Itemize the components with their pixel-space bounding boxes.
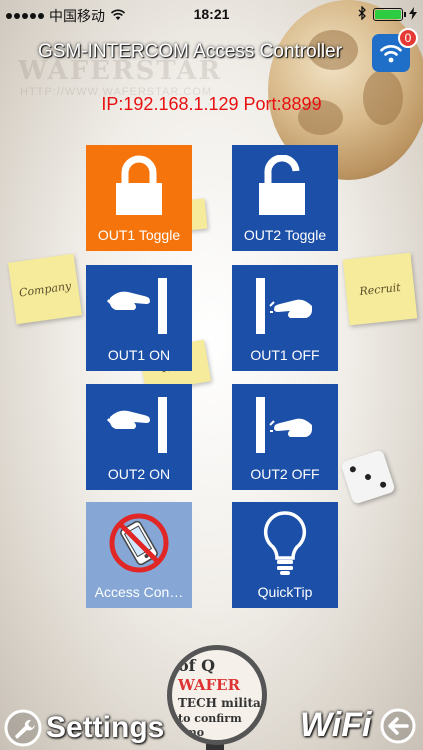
hand-push-icon — [86, 271, 192, 341]
tile-out1-on[interactable]: OUT1 ON — [86, 265, 192, 371]
hand-release-icon — [232, 390, 338, 460]
tile-out2-off[interactable]: OUT2 OFF — [232, 384, 338, 490]
tile-label: OUT2 ON — [107, 466, 171, 482]
tile-label: OUT1 ON — [107, 347, 171, 363]
tile-label: OUT1 OFF — [250, 347, 320, 363]
status-bar: 中国移动 18:21 — [0, 0, 423, 30]
sticky-note-recruit: Recruit — [342, 252, 418, 326]
tile-label: OUT2 Toggle — [243, 227, 327, 243]
wifi-settings-button[interactable]: WiFi — [300, 706, 371, 745]
back-button[interactable] — [380, 708, 416, 744]
notification-badge: 0 — [398, 28, 418, 48]
wifi-status-button[interactable]: 0 — [372, 28, 418, 72]
tile-label: OUT2 OFF — [250, 466, 320, 482]
hand-push-icon — [86, 390, 192, 460]
dice-image — [340, 449, 396, 505]
settings-label: Settings — [46, 711, 165, 744]
hand-release-icon — [232, 271, 338, 341]
page-title: GSM-INTERCOM Access Controller — [38, 41, 343, 62]
sticky-note-company: Company — [8, 253, 82, 325]
tile-out1-toggle[interactable]: OUT1 Toggle — [86, 145, 192, 251]
tile-label: OUT1 Toggle — [97, 227, 181, 243]
settings-button[interactable]: Settings — [4, 709, 164, 747]
tile-access-control[interactable]: Access Con… — [86, 502, 192, 608]
back-arrow-icon — [380, 708, 416, 744]
lock-open-icon — [232, 151, 338, 221]
battery-icon — [373, 8, 406, 21]
wrench-icon — [4, 709, 42, 747]
bluetooth-icon — [358, 5, 367, 23]
app-screen: WAFERSTAR HTTP://WWW.WAFERSTAR.COM Compa… — [0, 0, 423, 750]
tile-out1-off[interactable]: OUT1 OFF — [232, 265, 338, 371]
lock-closed-icon — [86, 151, 192, 221]
lightbulb-icon — [232, 508, 338, 578]
tile-label: Access Con… — [94, 584, 184, 600]
tile-quicktip[interactable]: QuickTip — [232, 502, 338, 608]
charging-icon — [409, 6, 417, 23]
magnifier-image: of Q WAFER TECH military to confirm amo — [167, 645, 267, 745]
wifi-icon — [380, 45, 402, 63]
no-phone-icon — [86, 508, 192, 578]
tile-out2-toggle[interactable]: OUT2 Toggle — [232, 145, 338, 251]
tile-out2-on[interactable]: OUT2 ON — [86, 384, 192, 490]
ip-port-display: IP:192.168.1.129 Port:8899 — [101, 94, 322, 114]
tile-label: QuickTip — [257, 584, 313, 600]
